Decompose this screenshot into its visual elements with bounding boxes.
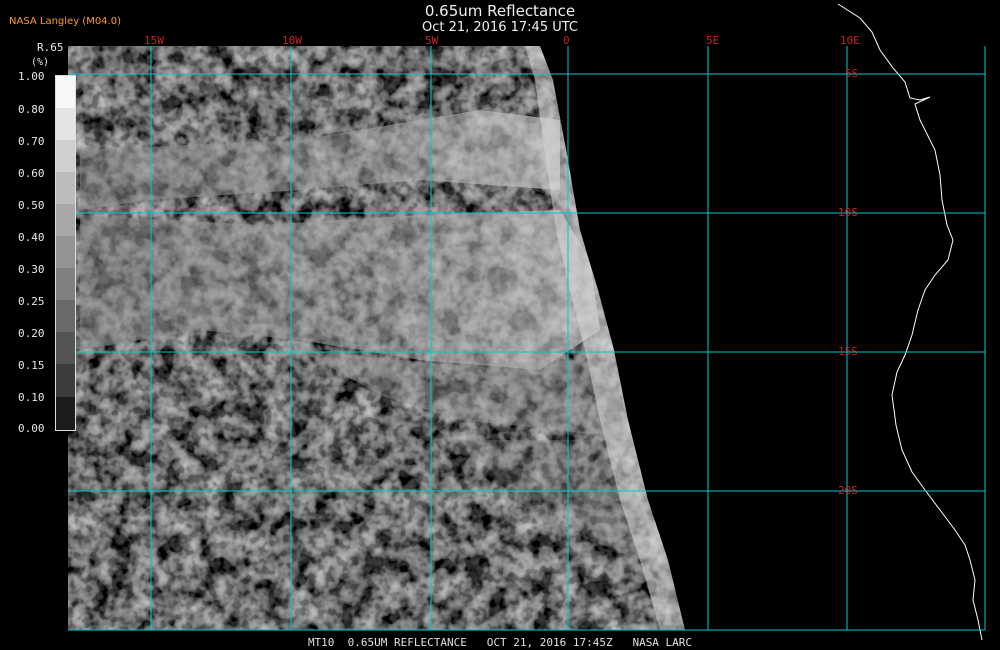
colorbar-tick: 1.00 <box>18 70 45 83</box>
lat-label-20s: 20S <box>838 484 858 497</box>
satellite-map-view: 0.65um Reflectance Oct 21, 2016 17:45 UT… <box>0 0 1000 650</box>
brand-label: NASA Langley (M04.0) <box>9 16 121 27</box>
colorbar-tick: 0.15 <box>18 359 45 372</box>
lon-label-0: 0 <box>563 34 570 47</box>
lon-label-10e: 10E <box>840 34 860 47</box>
lat-label-15s: 15S <box>838 345 858 358</box>
map-canvas <box>68 3 986 641</box>
lon-label-10w: 10W <box>282 34 302 47</box>
map-timestamp: Oct 21, 2016 17:45 UTC <box>422 20 578 35</box>
colorbar-tick: 0.80 <box>18 103 45 116</box>
colorbar-tick: 0.50 <box>18 199 45 212</box>
colorbar-tick: 0.60 <box>18 167 45 180</box>
lat-label-5s: 5S <box>845 67 859 80</box>
map-title: 0.65um Reflectance <box>424 2 576 20</box>
colorbar-tick: 0.00 <box>18 422 45 435</box>
coastline <box>837 3 983 641</box>
colorbar <box>55 75 76 431</box>
colorbar-tick: 0.10 <box>18 391 45 404</box>
lon-label-15w: 15W <box>144 34 164 47</box>
footer-caption: MT10 0.65UM REFLECTANCE OCT 21, 2016 17:… <box>307 636 693 649</box>
colorbar-tick: 0.70 <box>18 135 45 148</box>
colorbar-tick: 0.25 <box>18 295 45 308</box>
colorbar-tick: 0.30 <box>18 263 45 276</box>
lat-label-10s: 10S <box>838 206 858 219</box>
lon-label-5w: 5W <box>425 34 439 47</box>
legend-variable: R.65 <box>37 41 64 54</box>
colorbar-tick: 0.20 <box>18 327 45 340</box>
colorbar-tick: 0.40 <box>18 231 45 244</box>
lon-label-5e: 5E <box>706 34 720 47</box>
legend-unit: (%) <box>31 57 50 68</box>
satellite-imagery <box>68 46 685 630</box>
